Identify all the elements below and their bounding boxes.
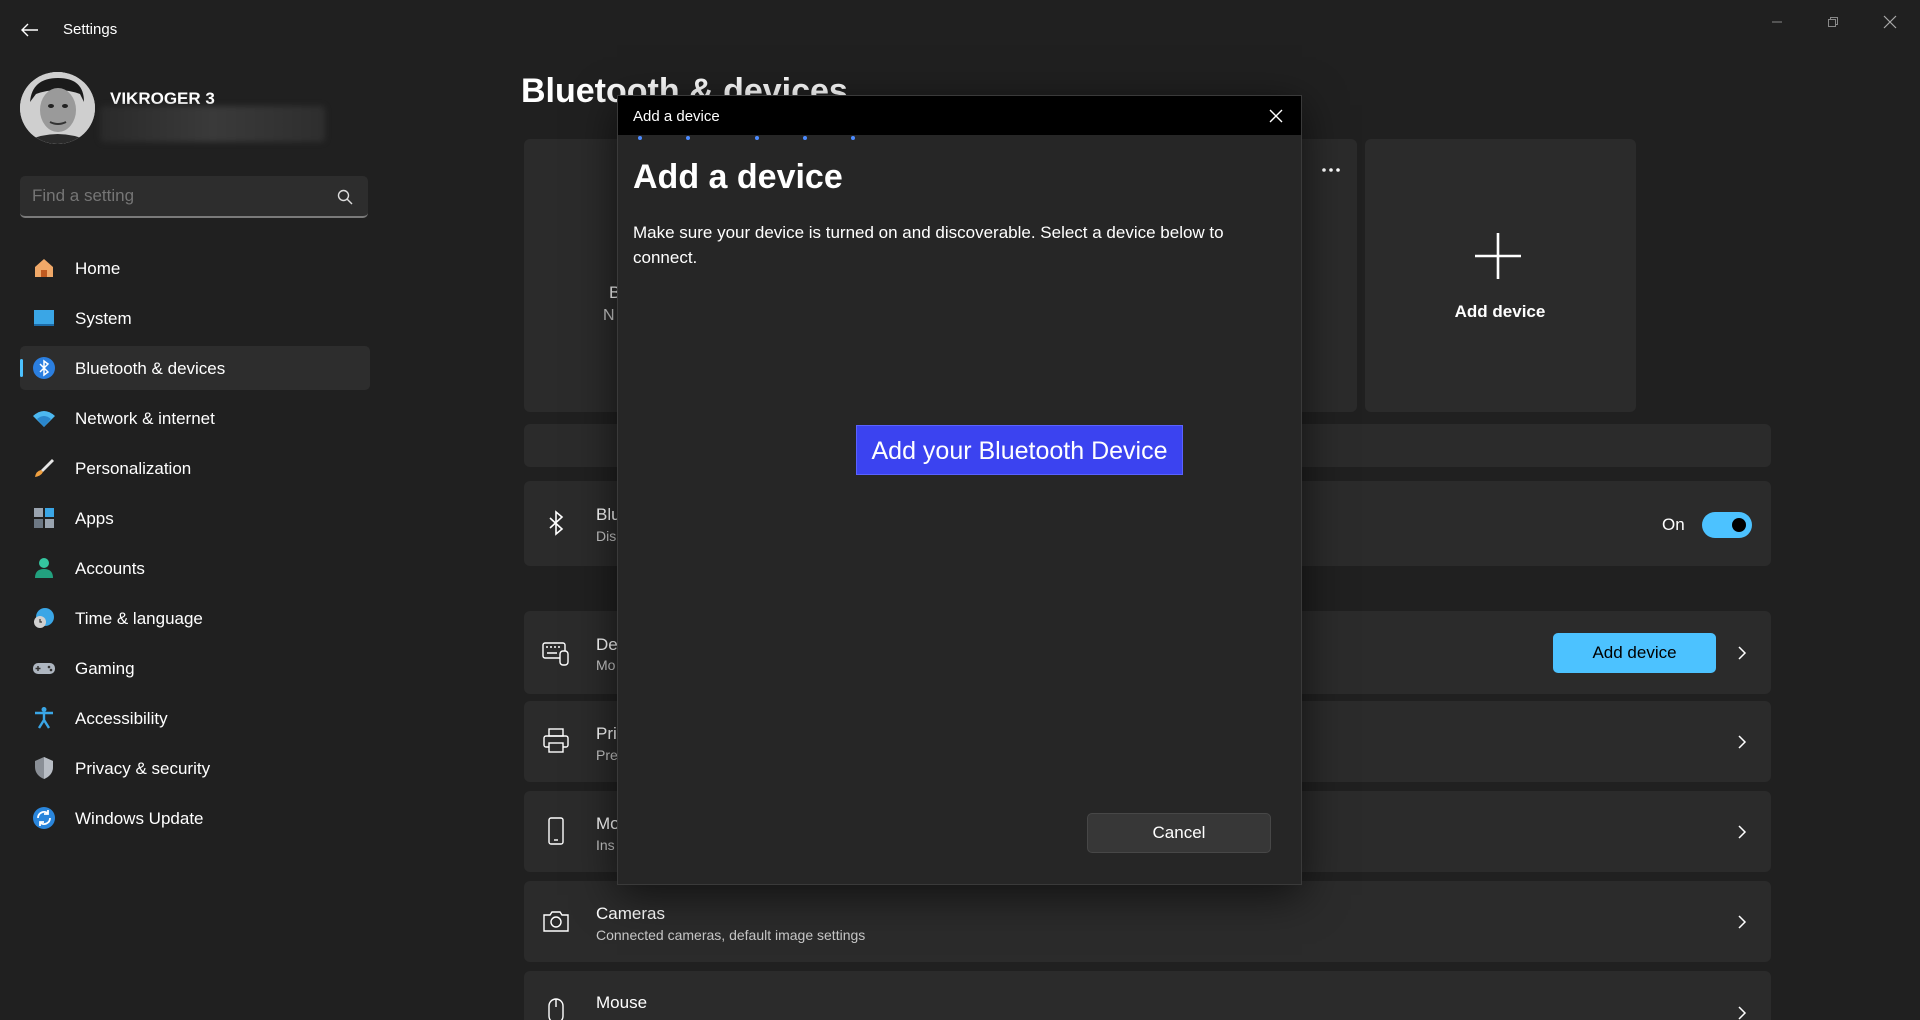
apps-icon [34,508,54,528]
sidebar-item-system[interactable]: System [20,296,370,340]
sidebar-item-bluetooth-devices[interactable]: Bluetooth & devices [20,346,370,390]
search-box[interactable] [20,176,368,218]
printer-icon [543,728,569,753]
user-profile[interactable]: VIKROGER 3 [20,72,370,152]
cameras-title: Cameras [596,904,665,923]
sidebar-item-apps[interactable]: Apps [20,496,370,540]
home-icon [35,259,53,277]
cameras-subtitle: Connected cameras, default image setting… [596,927,866,943]
close-window-button[interactable] [1870,8,1910,36]
brush-icon [35,459,54,477]
add-device-dialog: Add a device Add a device Make sure your… [617,95,1302,885]
close-icon [1269,109,1283,123]
sidebar-item-privacy-security[interactable]: Privacy & security [20,746,370,790]
dialog-close-button[interactable] [1265,105,1287,127]
sidebar-item-network[interactable]: Network & internet [20,396,370,440]
title-bar: Settings [0,0,1920,60]
chevron-right-icon [1738,915,1747,929]
shield-icon [35,757,53,779]
close-icon [1883,15,1897,29]
sidebar-item-home[interactable]: Home [20,246,370,290]
dialog-description: Make sure your device is turned on and d… [633,223,1224,267]
restore-button[interactable] [1813,8,1853,36]
minimize-icon [1772,21,1782,23]
clock-globe-icon [34,608,54,628]
camera-icon [543,911,569,932]
search-input[interactable] [32,186,322,206]
accessibility-icon [35,707,53,729]
more-options-icon[interactable] [1321,167,1341,173]
bluetooth-toggle[interactable] [1702,512,1752,538]
plus-icon [1475,233,1521,279]
add-device-tile-label: Add device [1454,302,1546,321]
mouse-icon [548,998,564,1020]
toggle-knob [1732,518,1746,532]
dialog-title-bar: Add a device [618,96,1301,135]
sidebar-item-windows-update[interactable]: Windows Update [20,796,370,840]
mouse-title: Mouse [596,993,648,1012]
search-icon [337,189,353,205]
cameras-row[interactable]: Cameras Connected cameras, default image… [524,881,1771,962]
dialog-title: Add a device [633,108,720,125]
sidebar-item-personalization[interactable]: Personalization [20,446,370,490]
chevron-right-icon [1738,1006,1747,1020]
restore-icon [1828,17,1838,27]
minimize-button[interactable] [1757,8,1797,36]
app-title: Settings [63,21,118,38]
chevron-right-icon [1738,646,1747,660]
mouse-row[interactable]: Mouse [524,971,1771,1020]
add-device-button[interactable]: Add device [1553,633,1716,673]
sidebar-item-time-language[interactable]: Time & language [20,596,370,640]
arrow-left-icon [21,23,38,37]
add-bluetooth-device-button[interactable]: Add your Bluetooth Device [856,425,1183,475]
back-button[interactable] [16,16,44,44]
add-device-tile[interactable] [1365,139,1636,412]
bluetooth-toggle-label: On [1662,515,1685,534]
sidebar-item-gaming[interactable]: Gaming [20,646,370,690]
chevron-right-icon [1738,825,1747,839]
bluetooth-icon [549,510,564,536]
accounts-icon [35,558,53,578]
sidebar-item-accounts[interactable]: Accounts [20,546,370,590]
bluetooth-icon [33,357,55,379]
chevron-right-icon [1738,735,1747,749]
avatar [20,72,95,144]
keyboard-mouse-icon [542,642,569,666]
system-icon [34,310,54,326]
sidebar-item-accessibility[interactable]: Accessibility [20,696,370,740]
wifi-icon [33,411,55,427]
user-email-redacted [100,106,325,142]
cancel-button[interactable]: Cancel [1087,813,1271,853]
update-icon [33,807,55,829]
gamepad-icon [33,663,55,674]
dialog-heading: Add a device [633,158,843,196]
sidebar-nav: Home System Bluetooth & devices Network … [20,246,370,846]
phone-icon [548,817,564,845]
progress-indicator [638,136,918,142]
